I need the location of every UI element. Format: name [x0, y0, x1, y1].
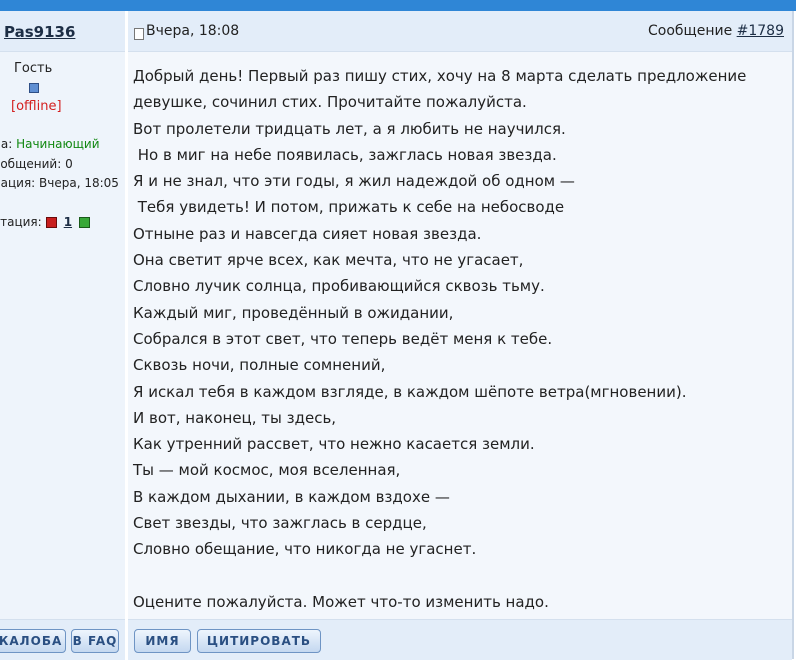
post-text-line: Собрался в этот свет, что теперь ведёт м… [133, 329, 553, 348]
message-number-link[interactable]: #1789 [737, 23, 784, 39]
post-text-line: Тебя увидеть! И потом, прижать к себе на… [133, 198, 565, 217]
post-text-line: Каждый миг, проведённый в ожидании, [133, 303, 454, 322]
reputation-minus-icon[interactable] [45, 217, 57, 228]
post-text-line: Как утренний рассвет, что нежно касается… [133, 435, 535, 454]
post-text-line: В каждом дыхании, в каждом вздохе — [133, 487, 450, 506]
post-text-line: Ты — мой космос, моя вселенная, [133, 461, 401, 480]
rank-label: на: [0, 137, 13, 151]
message-label: Сообщение [647, 23, 737, 39]
forum-post: Pas9136 Гость [offline] на: Начинающий о… [0, 11, 792, 660]
user-panel: Pas9136 Гость [offline] на: Начинающий о… [0, 11, 125, 660]
user-reputation: утация: 1 [0, 215, 91, 229]
post-header: Вчера, 18:08 Сообщение #1789 [128, 11, 792, 52]
post-body: Добрый день! Первый раз пишу стих, хочу … [133, 63, 783, 615]
right-border [792, 11, 794, 659]
online-status: [offline] [11, 99, 62, 114]
post-text-line: Свет звезды, что зажглась в сердце, [133, 514, 427, 533]
post-text-line: Добрый день! Первый раз пишу стих, хочу … [133, 67, 747, 85]
name-button[interactable]: ИМЯ [134, 629, 191, 653]
post-text-line: И вот, наконец, ты здесь, [133, 408, 337, 427]
message-number: Сообщение #1789 [648, 23, 784, 39]
post-text-line: Но в миг на небе появилась, зажглась нов… [133, 145, 557, 164]
post-text-line: Она светит ярче всех, как мечта, что не … [133, 251, 524, 270]
post-text-line: Отныне раз и навсегда сияет новая звезда… [133, 224, 482, 243]
reputation-label: утация: [0, 215, 42, 229]
reputation-plus-icon[interactable] [79, 217, 91, 228]
username-link[interactable]: Pas9136 [4, 23, 75, 41]
rank-value: Начинающий [16, 137, 100, 151]
quote-button[interactable]: ЦИТИРОВАТЬ [197, 629, 321, 653]
post-text-line: Сквозь ночи, полные сомнений, [133, 356, 386, 375]
top-bar [0, 0, 796, 11]
post-text-line [133, 563, 783, 589]
post-text-line: Я и не знал, что эти годы, я жил надеждо… [133, 172, 575, 191]
reputation-value[interactable]: 1 [64, 215, 72, 229]
post-text-line: Словно обещание, что никогда не угаснет. [133, 540, 477, 559]
post-text-line: Словно лучик солнца, пробивающийся сквоз… [133, 277, 545, 296]
post-text-line: Оцените пожалуйста. Может что-то изменит… [133, 592, 549, 611]
document-icon [134, 28, 144, 40]
user-group: Гость [14, 61, 53, 76]
post-text-line: Я искал тебя в каждом взгляде, в каждом … [133, 382, 687, 401]
user-rank: на: Начинающий [0, 137, 100, 151]
post-text-line: Вот пролетели тридцать лет, а я любить н… [133, 119, 566, 138]
post-footer: ИМЯ ЦИТИРОВАТЬ [128, 619, 792, 660]
group-square-icon [29, 83, 39, 93]
post-panel: Вчера, 18:08 Сообщение #1789 Добрый день… [128, 11, 792, 660]
user-footer: ЖАЛОБА В FAQ [0, 619, 125, 660]
user-header: Pas9136 [0, 11, 125, 52]
user-registration: рация: Вчера, 18:05 [0, 176, 119, 190]
post-date: Вчера, 18:08 [146, 23, 240, 39]
faq-button[interactable]: В FAQ [71, 629, 119, 653]
complain-button[interactable]: ЖАЛОБА [0, 629, 66, 653]
post-text-line: девушке, сочинил стих. Прочитайте пожалу… [133, 93, 527, 112]
user-message-count: ообщений: 0 [0, 157, 73, 171]
